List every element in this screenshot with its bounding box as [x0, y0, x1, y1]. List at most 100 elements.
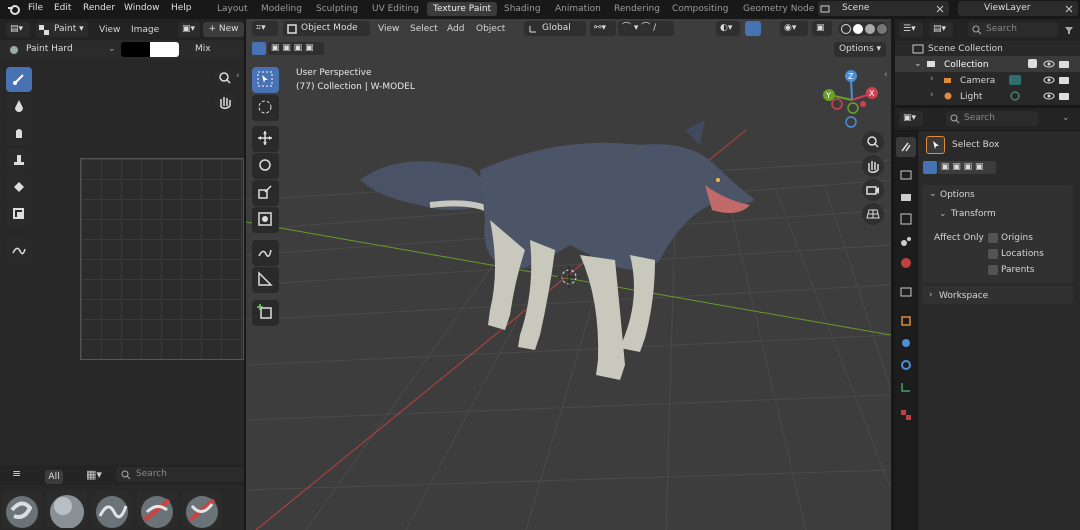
workspace-panel-title[interactable]: Workspace — [939, 291, 988, 301]
eye-icon[interactable] — [1043, 75, 1055, 85]
blender-logo-icon[interactable] — [7, 3, 21, 15]
menu-edit[interactable]: Edit — [54, 3, 71, 13]
menu-help[interactable]: Help — [171, 3, 192, 13]
select-mode-new[interactable] — [923, 161, 937, 174]
chevron-down-icon[interactable]: ⌄ — [929, 189, 937, 199]
object-tab-icon[interactable] — [899, 314, 913, 328]
constraint-tab-icon[interactable] — [899, 380, 913, 394]
menu-add[interactable]: Add — [447, 24, 464, 34]
tab-compositing[interactable]: Compositing — [672, 4, 728, 14]
wolf-model[interactable] — [340, 110, 780, 390]
hamburger-icon[interactable]: ≡ — [12, 467, 21, 480]
visibility-dropdown[interactable]: ◐▾ — [716, 21, 740, 36]
tab-sculpting[interactable]: Sculpting — [316, 4, 358, 14]
snap-controls[interactable]: ⌒ ▾ ⌒ / — [618, 21, 674, 36]
transform-subpanel-title[interactable]: Transform — [951, 209, 996, 219]
solid-shading-icon[interactable] — [853, 24, 863, 34]
image-canvas[interactable] — [80, 158, 244, 360]
brush-selector[interactable]: Paint Hard — [6, 42, 118, 57]
rendered-shading-icon[interactable] — [877, 24, 887, 34]
transform-tool[interactable] — [252, 207, 279, 233]
origins-checkbox[interactable] — [988, 233, 998, 243]
menu-file[interactable]: File — [28, 3, 43, 13]
options-panel-title[interactable]: Options — [940, 190, 975, 200]
chevron-right-icon[interactable]: › — [930, 90, 934, 100]
tab-rendering[interactable]: Rendering — [614, 4, 660, 14]
camera-render-icon[interactable] — [1058, 75, 1070, 85]
measure-tool[interactable] — [252, 267, 279, 293]
menu-window[interactable]: Window — [124, 3, 160, 13]
cursor-tool[interactable] — [252, 95, 279, 121]
blend-mode-dropdown[interactable]: Mix — [190, 42, 244, 57]
editor-type-button[interactable]: ⌗▾ — [252, 21, 278, 36]
options-button[interactable]: Options ▾ — [834, 42, 886, 57]
chevron-right-icon[interactable]: › — [930, 74, 934, 84]
brush-thumbnail[interactable] — [2, 490, 42, 528]
annotate-tool[interactable] — [252, 240, 279, 266]
render-tab-icon[interactable] — [899, 168, 913, 182]
new-image-button[interactable]: + New — [203, 22, 244, 37]
view-layer-tab-icon[interactable] — [899, 212, 913, 226]
tab-modeling[interactable]: Modeling — [261, 4, 302, 14]
tab-tool[interactable] — [896, 137, 916, 157]
gizmo-toggle[interactable] — [745, 21, 761, 36]
select-mode-new[interactable] — [252, 42, 266, 55]
eye-icon[interactable] — [1043, 91, 1055, 101]
menu-image[interactable]: Image — [131, 25, 159, 35]
tab-layout[interactable]: Layout — [217, 4, 248, 14]
menu-view[interactable]: View — [378, 24, 399, 34]
filter-icon[interactable] — [1064, 25, 1074, 35]
axis-gizmo[interactable]: Z Y X — [820, 66, 884, 130]
outliner-item-camera[interactable]: Camera — [960, 76, 995, 86]
display-mode-button[interactable]: ▤▾ — [929, 22, 953, 37]
eye-icon[interactable] — [1043, 59, 1055, 69]
camera-render-icon[interactable] — [1058, 91, 1070, 101]
move-tool[interactable] — [252, 126, 279, 152]
menu-render[interactable]: Render — [83, 3, 115, 13]
select-box-tool[interactable] — [252, 67, 279, 93]
rotate-tool[interactable] — [252, 153, 279, 179]
viewlayer-selector[interactable]: ViewLayer — [958, 1, 1078, 16]
editor-type-button[interactable]: ▤▾ — [6, 22, 30, 37]
wireframe-shading-icon[interactable] — [841, 24, 851, 34]
outliner-item-light[interactable]: Light — [960, 92, 982, 102]
menu-select[interactable]: Select — [410, 24, 438, 34]
brush-thumbnail[interactable] — [47, 490, 87, 528]
image-browse-button[interactable]: ▣▾ — [178, 22, 200, 37]
parents-checkbox[interactable] — [988, 265, 998, 275]
fill-tool[interactable] — [6, 175, 32, 200]
chevron-down-icon[interactable]: ⌄ — [914, 59, 922, 69]
tab-shading[interactable]: Shading — [504, 4, 541, 14]
editor-type-button[interactable]: ☰▾ — [899, 22, 923, 37]
clone-tool[interactable] — [6, 148, 32, 173]
camera-render-icon[interactable] — [1058, 59, 1070, 69]
grid-view-icon[interactable]: ▦▾ — [86, 468, 102, 481]
mask-tool[interactable] — [6, 202, 32, 227]
collection-checkbox[interactable] — [1028, 59, 1037, 68]
annotate-tool[interactable] — [6, 237, 32, 262]
select-mode-options[interactable]: ▣ ▣ ▣ ▣ — [268, 42, 324, 55]
tab-animation[interactable]: Animation — [555, 4, 601, 14]
tab-geometry-nodes[interactable]: Geometry Node — [743, 4, 814, 14]
physics-tab-icon[interactable] — [899, 358, 913, 372]
chevron-down-icon[interactable]: ⌄ — [1062, 113, 1070, 123]
shading-modes[interactable] — [838, 22, 888, 36]
secondary-color-swatch[interactable] — [150, 42, 179, 57]
smear-tool[interactable] — [6, 121, 32, 146]
scene-tab-icon[interactable] — [899, 234, 913, 248]
menu-view[interactable]: View — [99, 25, 120, 35]
modifier-tab-icon[interactable] — [899, 336, 913, 350]
collection-label[interactable]: Collection — [944, 60, 989, 70]
add-cube-tool[interactable] — [252, 300, 279, 326]
xray-toggle[interactable]: ▣ — [812, 21, 832, 36]
active-tool-badge[interactable] — [926, 136, 945, 154]
soften-tool[interactable] — [6, 94, 32, 119]
brush-thumbnail[interactable] — [182, 490, 222, 528]
pan-button[interactable] — [862, 155, 884, 177]
close-icon[interactable] — [1064, 4, 1074, 14]
zoom-button[interactable] — [862, 131, 884, 153]
material-shading-icon[interactable] — [865, 24, 875, 34]
select-mode-options[interactable]: ▣ ▣ ▣ ▣ — [938, 161, 996, 174]
brush-search-input[interactable]: Search — [116, 467, 244, 482]
draw-tool[interactable] — [6, 67, 32, 92]
